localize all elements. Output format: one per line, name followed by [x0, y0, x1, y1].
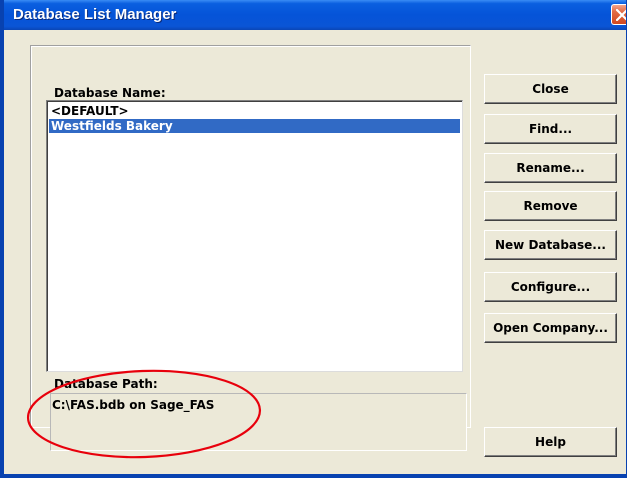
help-button[interactable]: Help — [484, 427, 617, 457]
database-path-value: C:\FAS.bdb on Sage_FAS — [52, 398, 215, 412]
list-item[interactable]: <DEFAULT> — [49, 104, 460, 118]
title-close-button[interactable] — [611, 4, 626, 25]
title-bar[interactable]: Database List Manager — [4, 0, 626, 30]
database-path-label: Database Path: — [54, 377, 158, 391]
window-title: Database List Manager — [13, 6, 177, 23]
database-name-label: Database Name: — [54, 86, 166, 100]
remove-button[interactable]: Remove — [484, 191, 617, 221]
new-database-button[interactable]: New Database... — [484, 230, 617, 260]
open-company-button[interactable]: Open Company... — [484, 313, 617, 343]
close-icon — [616, 9, 626, 21]
configure-button[interactable]: Configure... — [484, 272, 617, 302]
list-item-selected[interactable]: Westfields Bakery — [49, 119, 460, 133]
database-list[interactable]: <DEFAULT> Westfields Bakery — [46, 100, 463, 372]
find-button[interactable]: Find... — [484, 114, 617, 144]
close-button[interactable]: Close — [484, 74, 617, 104]
rename-button[interactable]: Rename... — [484, 153, 617, 183]
